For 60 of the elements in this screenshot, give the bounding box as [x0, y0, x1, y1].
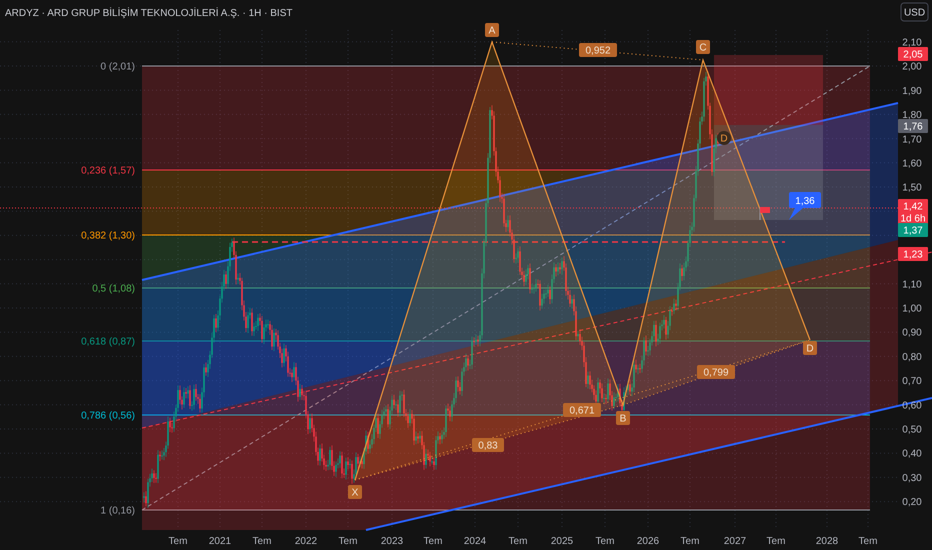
price-tick: 0,70 — [902, 376, 922, 388]
price-callout[interactable]: 1,36 — [789, 192, 821, 220]
price-badge: 1,37 — [898, 223, 928, 237]
ratio-label: 0,671 — [563, 403, 601, 417]
price-tick: 0,60 — [902, 400, 922, 412]
price-tick: 1,60 — [902, 158, 922, 170]
price-badge: 1,23 — [898, 247, 928, 261]
ratio-label: 0,952 — [579, 43, 617, 57]
time-label: Tem — [596, 536, 614, 547]
time-label: 2021 — [208, 536, 232, 547]
time-label: Tem — [858, 536, 878, 547]
fib-level-label: 0,786 (0,56) — [81, 410, 135, 422]
price-badge: 1,76 — [898, 119, 928, 133]
price-tick: 0,40 — [902, 448, 922, 460]
point-label: B — [616, 411, 630, 425]
fib-level-label: 0,5 (1,08) — [92, 284, 135, 294]
time-label: 2028 — [816, 536, 838, 547]
time-label: Tem — [424, 536, 442, 547]
chart-title: ARDYZ · ARD GRUP BİLİŞİM TEKNOLOJİLERİ A.Ş. · 1H · BIST — [5, 8, 292, 19]
time-label: Tem — [766, 536, 786, 547]
point-label: X — [348, 485, 362, 499]
time-label: Tem — [680, 536, 700, 547]
price-tick: 0,80 — [902, 352, 922, 363]
time-label: 2023 — [380, 536, 404, 547]
price-tick: 1,00 — [902, 304, 922, 314]
price-tick: 2,00 — [902, 62, 922, 73]
price-tick: 2,10 — [902, 38, 922, 48]
price-badge: 1,42 1d 6h — [898, 199, 928, 225]
time-label: Tem — [508, 536, 528, 547]
ratio-label: 0,83 — [472, 438, 504, 452]
price-tick: 0,90 — [902, 328, 922, 339]
price-tick: 0,50 — [902, 424, 922, 436]
price-tick: 1,90 — [902, 86, 922, 97]
price-tick: 0,20 — [902, 497, 922, 508]
ratio-label: 0,799 — [697, 365, 735, 379]
projection-point-label: D — [717, 131, 731, 145]
time-label: 2027 — [724, 536, 746, 547]
price-badge: 2,05 — [898, 47, 928, 61]
point-label: D — [803, 341, 817, 355]
point-label: C — [696, 40, 710, 54]
time-label: 2024 — [464, 536, 486, 547]
time-label: Tem — [252, 536, 272, 547]
price-tick: 0,30 — [902, 472, 922, 484]
time-label: 2022 — [294, 536, 318, 547]
currency-button[interactable]: USD — [900, 2, 928, 22]
time-label: 2025 — [550, 536, 574, 547]
fib-level-label: 0 (2,01) — [100, 62, 135, 72]
fib-level-label: 0,618 (0,87) — [81, 336, 135, 348]
price-tick: 1,10 — [902, 279, 922, 290]
fib-level-label: 1 (0,16) — [100, 506, 135, 516]
time-label: Tem — [338, 536, 358, 547]
flag-icon — [760, 206, 770, 220]
price-tick: 1,80 — [902, 110, 922, 122]
point-label: A — [485, 23, 499, 37]
time-label: 2026 — [636, 536, 660, 547]
time-label: Tem — [168, 536, 188, 547]
price-tick: 1,70 — [902, 134, 922, 146]
fib-level-label: 0,382 (1,30) — [81, 230, 135, 242]
price-tick: 1,50 — [902, 182, 922, 194]
fib-level-label: 0,236 (1,57) — [81, 166, 135, 176]
